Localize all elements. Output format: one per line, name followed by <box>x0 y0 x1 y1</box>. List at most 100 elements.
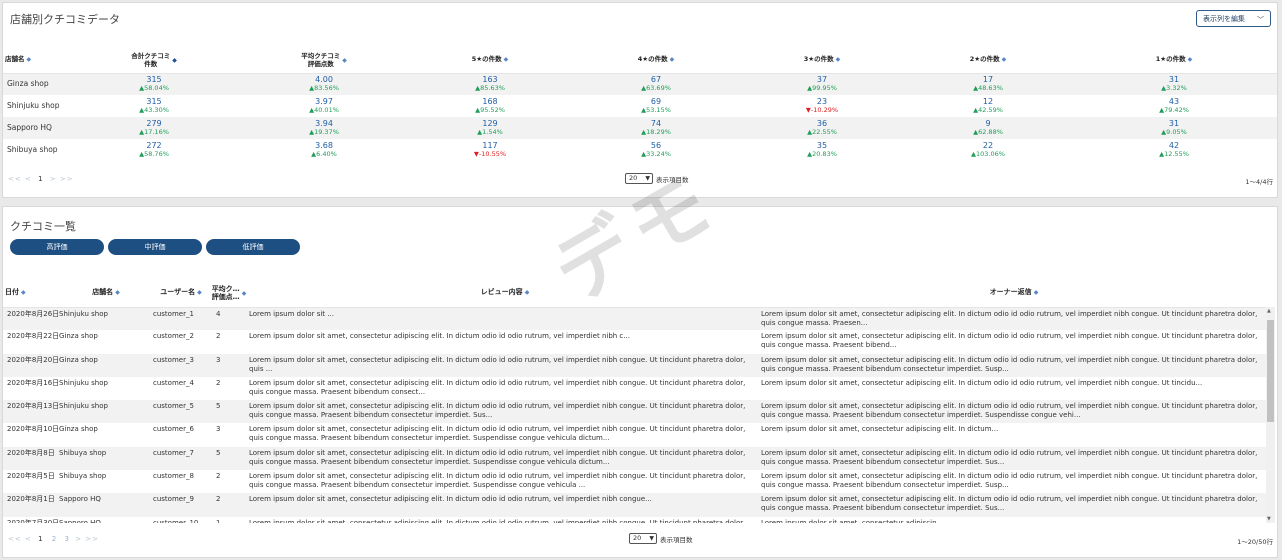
prev-page-button[interactable]: < <box>25 535 32 543</box>
store-table: 店舗名 ◆ 合計クチコミ 件数 ◆ 平均クチコミ 評価点数 ◆ 5★の件数 ◆ 4★の件数 ◆ 3★の件… <box>3 47 1277 161</box>
review-row[interactable]: 2020年8月22日 Ginza shop customer_2 2 Lorem ips… <box>3 330 1267 353</box>
store-metric-cell: 315 ▲43.30% <box>67 95 241 117</box>
first-page-button[interactable]: << <box>8 175 22 183</box>
store-col-header-5[interactable]: 3★の件数 ◆ <box>739 47 905 74</box>
row-range: 1〜4/4行 <box>1245 178 1273 186</box>
review-text: Lorem ipsum dolor sit amet, consectetur … <box>249 493 761 517</box>
review-text: Lorem ipsum dolor sit amet, consectetur … <box>249 332 630 341</box>
scroll-down-icon[interactable]: ▼ <box>1267 516 1271 522</box>
page-size-select[interactable]: 20 ▼ <box>629 533 657 544</box>
store-col-header-4[interactable]: 4★の件数 ◆ <box>573 47 739 74</box>
review-user: customer_8 <box>153 472 194 481</box>
review-page-size: 20 ▼ 表示項目数 <box>629 533 693 544</box>
header-label: 4★の件数 <box>637 55 668 64</box>
review-row[interactable]: 2020年7月30日 Sapporo HQ customer_10 1 Lorem ip… <box>3 517 1267 523</box>
store-col-header-7[interactable]: 1★の件数 ◆ <box>1071 47 1277 74</box>
review-row[interactable]: 2020年8月16日 Shinjuku shop customer_4 2 Lorem … <box>3 377 1267 400</box>
metric-value: 31 <box>1168 74 1180 84</box>
review-row[interactable]: 2020年8月1日 Sapporo HQ customer_9 2 Lorem ipsu… <box>3 493 1267 517</box>
store-panel-title: 店舗別クチコミデータ <box>10 13 120 26</box>
store-col-header-2[interactable]: 平均クチコミ 評価点数 ◆ <box>241 47 407 74</box>
prev-page-button[interactable]: < <box>25 175 32 183</box>
header-label-line2: 件数 <box>144 59 158 68</box>
scrollbar-thumb[interactable] <box>1267 320 1274 422</box>
metric-change: ▲43.30% <box>139 106 169 114</box>
low-rating-button[interactable]: 低評価 <box>206 239 300 255</box>
owner-reply: Lorem ipsum dolor sit amet, consectetur … <box>761 446 1267 471</box>
sort-icon[interactable]: ◆ <box>1034 289 1039 296</box>
store-col-header-1[interactable]: 合計クチコミ 件数 ◆ <box>67 47 241 74</box>
metric-value: 4.00 <box>315 74 333 84</box>
review-store: Ginza shop <box>59 425 98 434</box>
sort-icon[interactable]: ◆ <box>504 56 509 63</box>
sort-icon[interactable]: ◆ <box>172 57 177 64</box>
review-row[interactable]: 2020年8月10日 Ginza shop customer_6 3 Lorem ips… <box>3 423 1267 446</box>
next-page-button[interactable]: > <box>75 535 82 543</box>
high-rating-button[interactable]: 高評価 <box>10 239 104 255</box>
review-row[interactable]: 2020年8月8日 Shibuya shop customer_7 5 Lorem ip… <box>3 446 1267 471</box>
sort-icon[interactable]: ◆ <box>27 56 32 63</box>
scroll-up-icon[interactable]: ▲ <box>1267 308 1271 314</box>
sort-icon[interactable]: ◆ <box>836 56 841 63</box>
sort-icon[interactable]: ◆ <box>197 289 202 296</box>
store-col-header-6[interactable]: 2★の件数 ◆ <box>905 47 1071 74</box>
store-col-header-3[interactable]: 5★の件数 ◆ <box>407 47 573 74</box>
current-page[interactable]: 1 <box>38 175 43 183</box>
page-1[interactable]: 1 <box>38 535 43 543</box>
review-text: Lorem ipsum dolor sit amet, consectetur … <box>249 400 761 424</box>
last-page-button[interactable]: >> <box>85 535 99 543</box>
metric-change: ▲17.16% <box>139 128 169 136</box>
review-date: 2020年8月16日 <box>7 378 59 387</box>
metric-change: ▲6.40% <box>311 150 337 158</box>
metric-value: 56 <box>650 140 662 150</box>
review-score: 3 <box>216 425 221 434</box>
page-size-select[interactable]: 20 ▼ <box>625 173 653 184</box>
review-col-header-5[interactable]: オーナー返信 ◆ <box>761 279 1267 308</box>
edit-columns-select[interactable]: 表示列を編集 ﹀ <box>1196 10 1271 27</box>
sort-icon[interactable]: ◆ <box>115 289 120 296</box>
page-2[interactable]: 2 <box>52 535 57 543</box>
last-page-button[interactable]: >> <box>60 175 74 183</box>
review-row[interactable]: 2020年8月26日 Shinjuku shop customer_1 4 Lorem … <box>3 307 1267 331</box>
review-date: 2020年8月22日 <box>7 332 59 341</box>
review-scrollbar[interactable]: ▲ ▼ <box>1266 307 1275 523</box>
review-row[interactable]: 2020年8月20日 Ginza shop customer_3 3 Lorem ips… <box>3 353 1267 377</box>
header-label: 1★の件数 <box>1155 55 1186 64</box>
page-3[interactable]: 3 <box>64 535 69 543</box>
sort-icon[interactable]: ◆ <box>1002 56 1007 63</box>
sort-icon[interactable]: ◆ <box>21 289 26 296</box>
store-metric-cell: 42 ▲12.55% <box>1071 139 1277 161</box>
sort-icon[interactable]: ◆ <box>525 289 530 296</box>
sort-icon[interactable]: ◆ <box>242 290 247 297</box>
review-row[interactable]: 2020年8月13日 Shinjuku shop customer_5 5 Lorem … <box>3 400 1267 424</box>
metric-change: ▲18.29% <box>641 128 671 136</box>
header-label: 5★の件数 <box>471 55 502 64</box>
sort-icon[interactable]: ◆ <box>1188 56 1193 63</box>
first-page-button[interactable]: << <box>8 535 22 543</box>
header-label: 店舗名 <box>5 55 25 64</box>
metric-change: ▲20.83% <box>807 150 837 158</box>
store-name: Shibuya shop <box>7 144 58 154</box>
review-col-header-1[interactable]: 店舗名 ◆ <box>59 279 153 308</box>
store-metric-cell: 35 ▲20.83% <box>739 139 905 161</box>
metric-value: 31 <box>1168 118 1180 128</box>
metric-change: ▲1.54% <box>477 128 503 136</box>
store-row: Sapporo HQ 279 ▲17.16% 3.94 ▲19.37% 129 ▲1.54%… <box>3 117 1277 139</box>
metric-change: ▲33.24% <box>641 150 671 158</box>
review-col-header-0[interactable]: 日付 ◆ <box>3 279 59 308</box>
store-page-size: 20 ▼ 表示項目数 <box>625 173 689 184</box>
metric-value: 43 <box>1168 96 1180 106</box>
review-row[interactable]: 2020年8月5日 Shibuya shop customer_8 2 Lorem ip… <box>3 470 1267 493</box>
review-col-header-2[interactable]: ユーザー名 ◆ <box>153 279 209 308</box>
metric-value: 69 <box>650 96 662 106</box>
mid-rating-button[interactable]: 中評価 <box>108 239 202 255</box>
sort-icon[interactable]: ◆ <box>670 56 675 63</box>
next-page-button[interactable]: > <box>50 175 57 183</box>
review-date: 2020年8月13日 <box>3 400 59 424</box>
store-row: Shinjuku shop 315 ▲43.30% 3.97 ▲40.01% 168 ▲95… <box>3 95 1277 117</box>
sort-icon[interactable]: ◆ <box>342 57 347 64</box>
review-col-header-3[interactable]: 平均ク… 評価点… ◆ <box>209 279 249 308</box>
metric-value: 17 <box>982 74 994 84</box>
review-col-header-4[interactable]: レビュー内容 ◆ <box>249 279 761 308</box>
store-col-header-0[interactable]: 店舗名 ◆ <box>3 47 67 74</box>
